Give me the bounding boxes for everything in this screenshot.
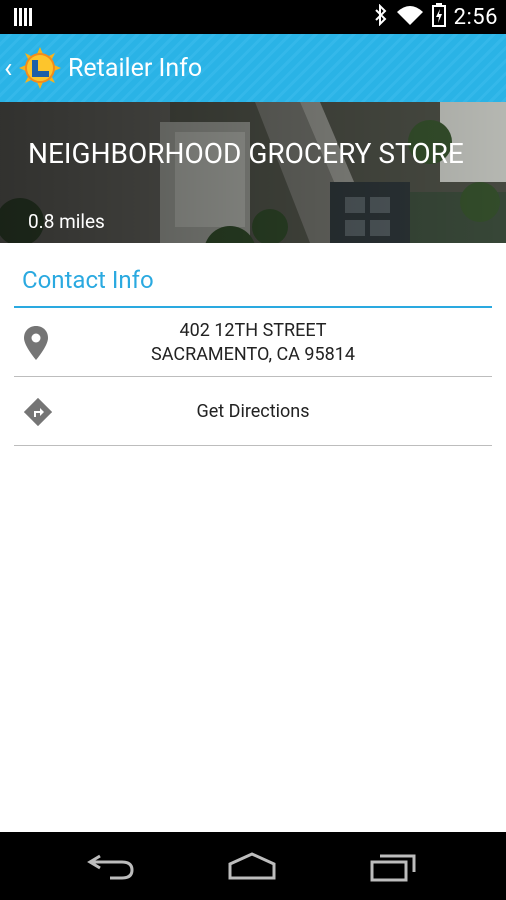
divider-2 bbox=[14, 445, 492, 446]
wifi-icon bbox=[396, 4, 424, 30]
contact-info-header: Contact Info bbox=[22, 266, 154, 294]
lottery-logo-icon[interactable] bbox=[18, 46, 62, 90]
battery-icon bbox=[431, 3, 446, 31]
get-directions-row[interactable]: Get Directions bbox=[14, 377, 492, 445]
status-bar: 2:56 bbox=[0, 0, 506, 34]
address-line-2: SACRAMENTO, CA 95814 bbox=[151, 344, 355, 365]
bluetooth-icon bbox=[374, 3, 388, 30]
address-text: 402 12TH STREET SACRAMENTO, CA 95814 bbox=[14, 319, 492, 367]
screen-title: Retailer Info bbox=[68, 54, 203, 83]
get-directions-label: Get Directions bbox=[196, 401, 310, 422]
home-icon[interactable] bbox=[222, 848, 282, 884]
system-nav-bar bbox=[0, 832, 506, 900]
store-name: NEIGHBORHOOD GROCERY STORE bbox=[28, 137, 464, 170]
store-distance: 0.8 miles bbox=[28, 210, 105, 233]
store-hero-banner: NEIGHBORHOOD GROCERY STORE 0.8 miles bbox=[0, 102, 506, 243]
clock-time: 2:56 bbox=[453, 4, 498, 30]
back-icon[interactable] bbox=[82, 848, 142, 884]
address-row[interactable]: 402 12TH STREET SACRAMENTO, CA 95814 bbox=[14, 318, 492, 376]
back-chevron-icon[interactable]: ‹ bbox=[4, 54, 12, 82]
address-line-1: 402 12TH STREET bbox=[179, 320, 327, 341]
recent-apps-icon[interactable] bbox=[362, 848, 422, 884]
signal-bars-icon bbox=[14, 8, 34, 26]
action-bar: ‹ Retailer Info bbox=[0, 34, 506, 102]
contact-info-rule bbox=[14, 306, 492, 308]
status-icons: 2:56 bbox=[374, 0, 498, 34]
